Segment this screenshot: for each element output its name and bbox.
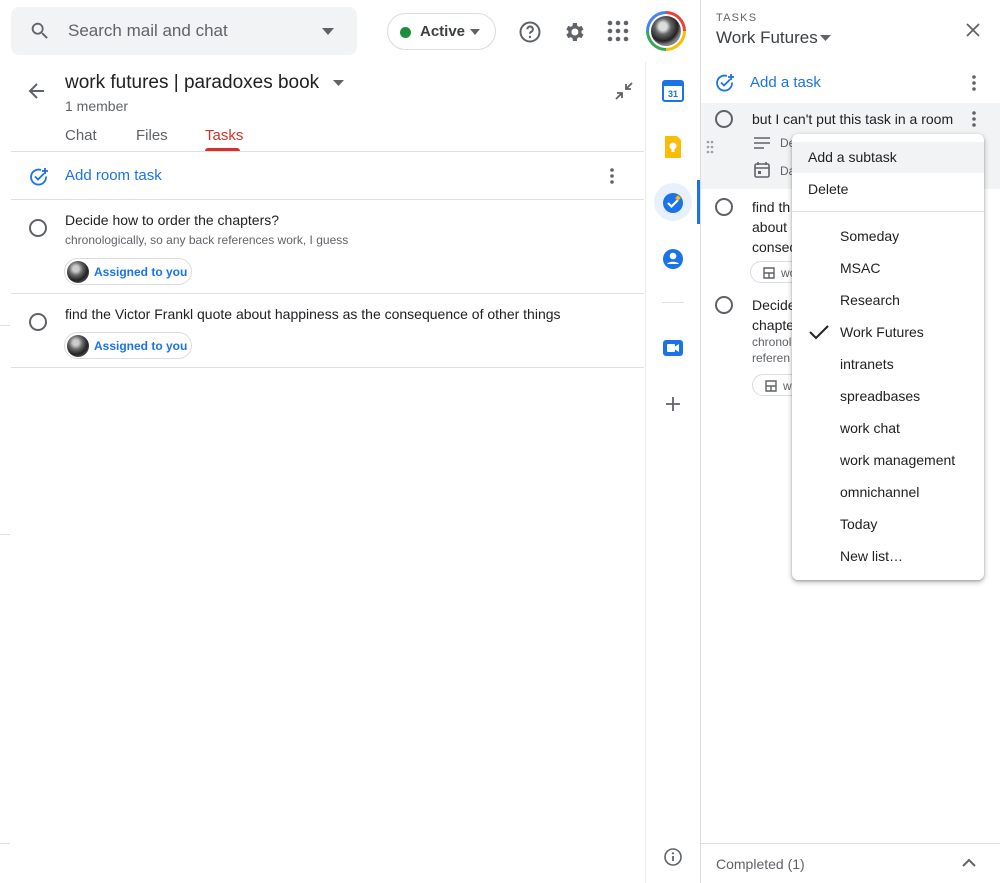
help-icon[interactable] xyxy=(518,20,542,44)
divider xyxy=(11,293,644,294)
contacts-icon[interactable] xyxy=(662,248,684,270)
task-complete-checkbox[interactable] xyxy=(29,219,47,237)
room-icon xyxy=(763,267,775,279)
tab-files[interactable]: Files xyxy=(136,127,168,144)
menu-list-today[interactable]: Today xyxy=(840,516,877,532)
add-task-icon[interactable] xyxy=(715,73,735,93)
task-complete-checkbox[interactable] xyxy=(29,313,47,331)
divider xyxy=(11,199,644,200)
room-icon xyxy=(765,380,777,392)
tab-chat[interactable]: Chat xyxy=(65,127,97,144)
assignee-label: Assigned to you xyxy=(94,339,188,353)
task-title-line[interactable]: chapte xyxy=(752,315,794,335)
search-bar[interactable]: Search mail and chat xyxy=(11,7,357,55)
menu-list-spreadbases[interactable]: spreadbases xyxy=(840,388,920,404)
room-title: work futures | paradoxes book xyxy=(65,72,320,93)
assignee-chip[interactable]: Assigned to you xyxy=(64,258,192,285)
account-avatar[interactable] xyxy=(646,11,686,51)
task-title[interactable]: but I can't put this task in a room xyxy=(752,109,953,129)
task-title[interactable]: Decide how to order the chapters? xyxy=(65,212,279,228)
tab-tasks[interactable]: Tasks xyxy=(205,127,243,144)
task-title-line[interactable]: about xyxy=(752,217,787,237)
rail-divider xyxy=(662,302,684,303)
completed-section-toggle[interactable]: Completed (1) xyxy=(716,856,805,872)
add-app-icon[interactable] xyxy=(665,396,681,412)
room-chip-label: w xyxy=(783,379,792,393)
task-complete-checkbox[interactable] xyxy=(715,198,733,216)
task-title-line[interactable]: find th xyxy=(752,197,790,217)
menu-item-add-subtask[interactable]: Add a subtask xyxy=(808,149,897,165)
date-icon xyxy=(754,162,770,178)
divider xyxy=(11,367,644,368)
assignee-label: Assigned to you xyxy=(94,265,188,279)
task-description-line: chronol xyxy=(752,335,792,349)
task-complete-checkbox[interactable] xyxy=(715,110,733,128)
drag-handle-icon[interactable] xyxy=(706,140,714,154)
task-list-selector[interactable]: Work Futures xyxy=(716,28,818,48)
more-vert-icon[interactable] xyxy=(604,167,620,185)
member-count[interactable]: 1 member xyxy=(65,98,128,114)
add-room-task-button[interactable]: Add room task xyxy=(65,167,162,184)
task-title[interactable]: find the Victor Frankl quote about happi… xyxy=(65,306,561,322)
chevron-down-icon[interactable] xyxy=(820,35,831,41)
meet-video-icon[interactable] xyxy=(662,337,684,359)
apps-grid-icon[interactable] xyxy=(607,20,629,42)
menu-list-work-chat[interactable]: work chat xyxy=(840,420,900,436)
menu-list-omnichannel[interactable]: omnichannel xyxy=(840,484,919,500)
search-input[interactable]: Search mail and chat xyxy=(68,21,228,41)
task-description: chronologically, so any back references … xyxy=(65,233,349,247)
add-task-button[interactable]: Add a task xyxy=(750,74,821,91)
task-title-line[interactable]: consec xyxy=(752,237,796,257)
task-description-line: referen xyxy=(752,351,791,365)
settings-gear-icon[interactable] xyxy=(562,20,586,44)
divider xyxy=(11,151,644,152)
collapse-icon[interactable] xyxy=(615,82,633,100)
svg-text:31: 31 xyxy=(668,89,678,99)
add-task-icon[interactable] xyxy=(29,167,49,187)
menu-list-msac[interactable]: MSAC xyxy=(840,260,880,276)
more-vert-icon[interactable] xyxy=(966,74,982,92)
search-icon[interactable] xyxy=(29,20,51,42)
edge-mark xyxy=(0,843,10,844)
edge-mark xyxy=(0,534,10,535)
menu-list-work-futures[interactable]: Work Futures xyxy=(840,324,924,340)
task-title-line[interactable]: Decide xyxy=(752,295,796,315)
info-icon[interactable] xyxy=(664,848,682,866)
calendar-icon[interactable]: 31 xyxy=(662,80,684,102)
menu-item-delete[interactable]: Delete xyxy=(808,181,848,197)
details-icon xyxy=(754,137,770,149)
panel-eyebrow: TASKS xyxy=(716,12,758,24)
menu-list-someday[interactable]: Someday xyxy=(840,228,899,244)
avatar xyxy=(67,335,89,357)
search-options-icon[interactable] xyxy=(322,28,334,35)
edge-mark xyxy=(0,325,10,326)
menu-list-research[interactable]: Research xyxy=(840,292,900,308)
check-icon xyxy=(809,325,829,340)
back-arrow-icon[interactable] xyxy=(28,82,46,100)
task-complete-checkbox[interactable] xyxy=(715,296,733,314)
room-menu-chevron-icon[interactable] xyxy=(333,80,344,86)
assignee-chip[interactable]: Assigned to you xyxy=(64,332,192,359)
chevron-down-icon xyxy=(470,29,480,35)
status-dot xyxy=(400,27,411,38)
divider xyxy=(701,843,1000,844)
menu-list-work-management[interactable]: work management xyxy=(840,452,955,468)
menu-list-intranets[interactable]: intranets xyxy=(840,356,894,372)
close-icon[interactable] xyxy=(965,22,981,38)
avatar xyxy=(67,261,89,283)
status-label: Active xyxy=(420,23,466,40)
task-more-icon[interactable] xyxy=(966,110,982,128)
menu-divider xyxy=(792,211,984,212)
menu-new-list[interactable]: New list… xyxy=(840,548,903,564)
tasks-icon[interactable] xyxy=(662,192,684,214)
chevron-up-icon[interactable] xyxy=(962,858,976,867)
keep-icon[interactable] xyxy=(662,136,684,158)
status-selector[interactable]: Active xyxy=(387,13,496,50)
